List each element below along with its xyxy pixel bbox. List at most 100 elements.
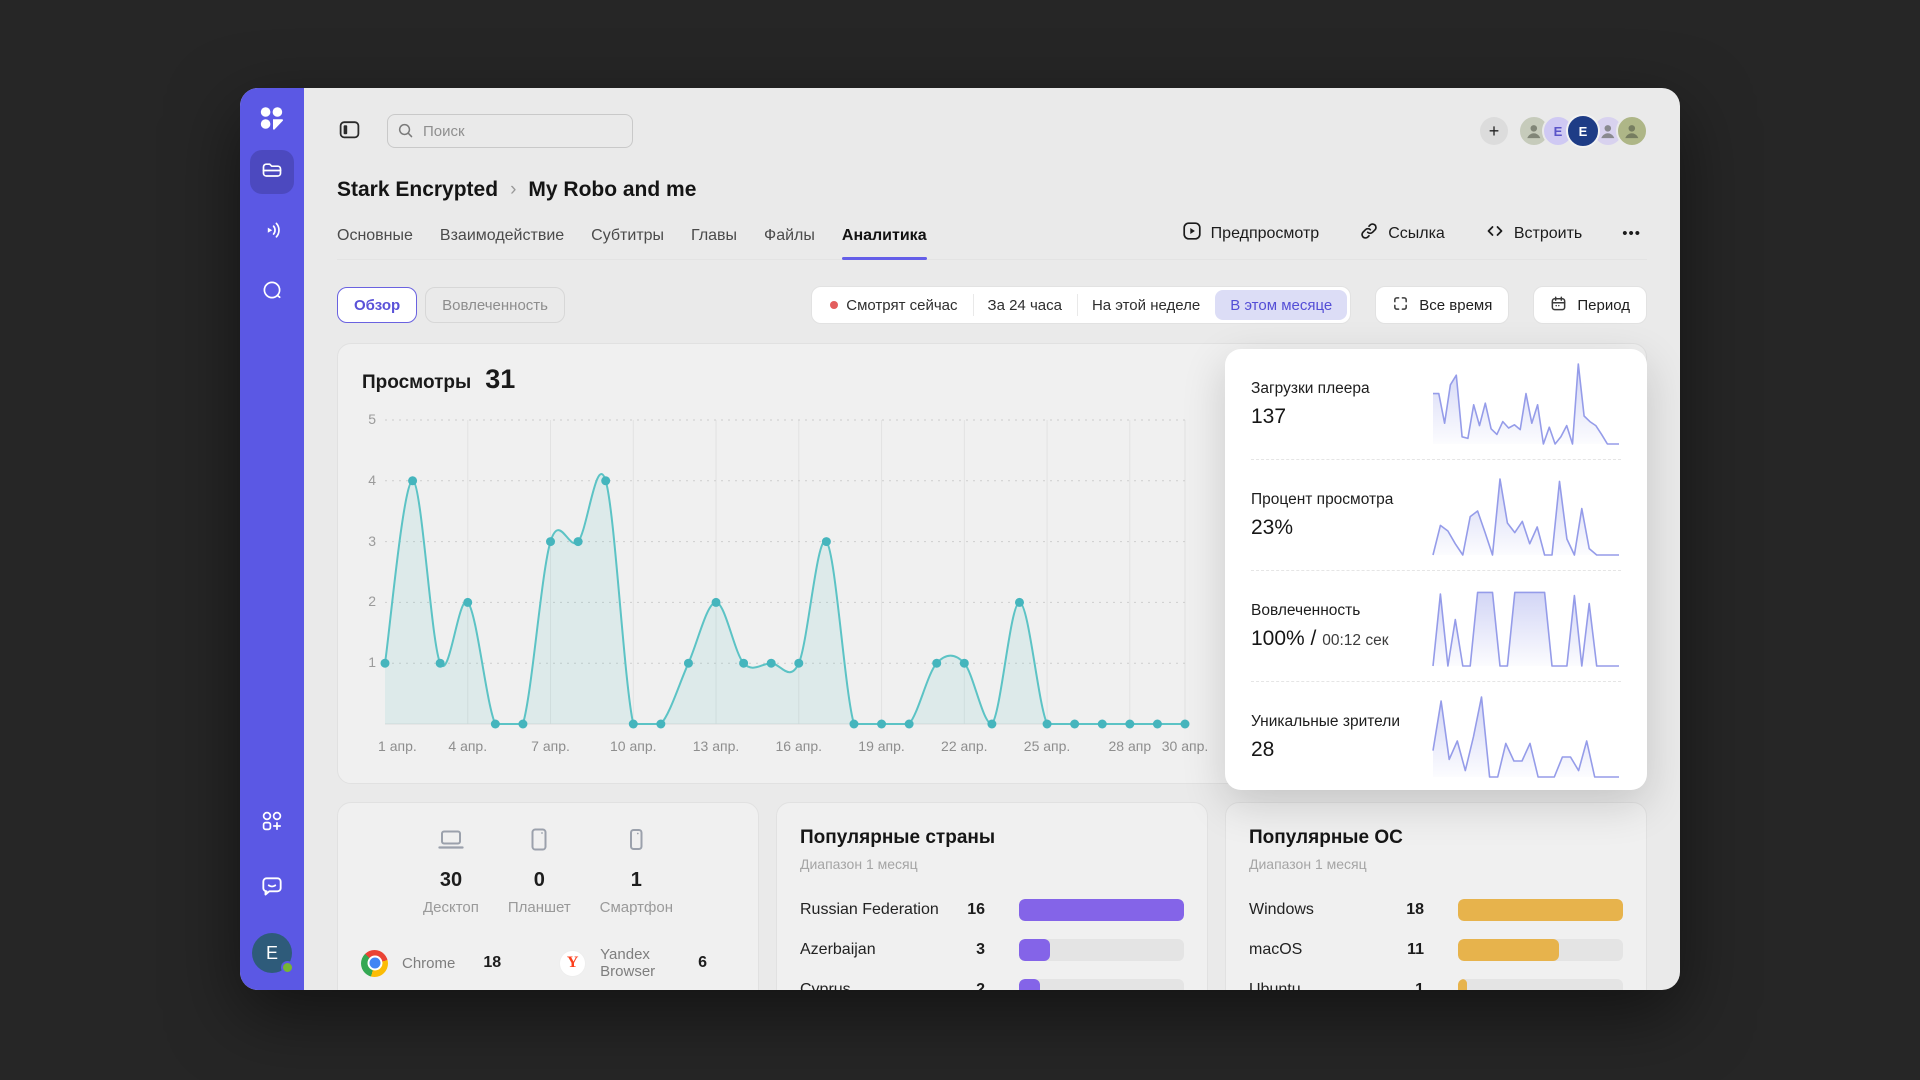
- card-subtitle: Диапазон 1 месяц: [1249, 856, 1623, 872]
- more-menu-button[interactable]: •••: [1616, 224, 1647, 243]
- period-button[interactable]: Период: [1533, 286, 1647, 324]
- browser-count: 6: [698, 954, 707, 972]
- device-desktop: 30 Десктоп: [423, 825, 479, 916]
- tab-chapters[interactable]: Главы: [691, 221, 737, 259]
- kinescope-logo-icon[interactable]: [257, 104, 287, 134]
- metric-value: 100% / 00:12 сек: [1251, 627, 1388, 651]
- device-count: 30: [440, 869, 462, 892]
- chip-overview[interactable]: Обзор: [337, 287, 417, 323]
- sidebar-item-catalog[interactable]: [250, 270, 294, 314]
- metric-value: 23%: [1251, 516, 1393, 540]
- member-avatar-4[interactable]: [1616, 115, 1648, 147]
- user-avatar[interactable]: E: [252, 933, 292, 973]
- bar-value: 1: [1384, 981, 1424, 990]
- play-square-icon: [1182, 221, 1202, 246]
- sidebar-bottom: E: [250, 801, 294, 973]
- y-axis-tick-label: 2: [344, 593, 376, 609]
- tab-interaction[interactable]: Взаимодействие: [440, 221, 564, 259]
- table-row: Ubuntu1: [1249, 978, 1623, 990]
- bar-fill: [1019, 899, 1184, 921]
- table-row: macOS11: [1249, 938, 1623, 962]
- main-content: + EE Stark Encrypted › My Robo and me Ос…: [304, 88, 1680, 990]
- metric-row-unique-viewers: Уникальные зрители 28: [1251, 682, 1621, 792]
- bar-track: [1019, 899, 1184, 921]
- segment-label: На этой неделе: [1092, 297, 1200, 314]
- metric-value: 28: [1251, 738, 1400, 762]
- link-label: Ссылка: [1388, 225, 1445, 243]
- device-count: 0: [534, 869, 545, 892]
- preview-button[interactable]: Предпросмотр: [1176, 220, 1326, 247]
- bar-label: Russian Federation: [800, 901, 945, 919]
- desktop-background: E + EE Stark Encryp: [0, 0, 1920, 1080]
- bar-fill: [1458, 899, 1623, 921]
- table-row: Azerbaijan3: [800, 938, 1184, 962]
- countries-bar-list: Russian Federation16Azerbaijan3Cyprus2: [800, 898, 1184, 990]
- member-avatar-2[interactable]: E: [1566, 114, 1600, 148]
- search-input[interactable]: [387, 114, 633, 148]
- sidebar-item-support-chat[interactable]: [250, 867, 294, 911]
- popular-os-card: Популярные ОС Диапазон 1 месяц Windows18…: [1225, 802, 1647, 990]
- x-axis-tick-label: 16 апр.: [776, 738, 823, 754]
- segment-this-month[interactable]: В этом месяце: [1215, 290, 1347, 320]
- segment-watching-now[interactable]: Смотрят сейчас: [815, 290, 972, 320]
- tab-files[interactable]: Файлы: [764, 221, 815, 259]
- sidebar: E: [240, 88, 304, 990]
- chart-title-row: Просмотры 31: [362, 364, 515, 395]
- bar-label: macOS: [1249, 941, 1384, 959]
- y-axis-tick-label: 3: [344, 533, 376, 549]
- copy-link-button[interactable]: Ссылка: [1353, 220, 1451, 247]
- y-axis-tick-label: 5: [344, 411, 376, 427]
- x-axis-tick-label: 10 апр.: [610, 738, 657, 754]
- view-chips: ОбзорВовлеченность: [337, 287, 565, 323]
- collapse-sidebar-button[interactable]: [337, 119, 361, 143]
- embed-button[interactable]: Встроить: [1479, 220, 1588, 247]
- x-axis-tick-label: 28 апр: [1109, 738, 1152, 754]
- tabs-row: Основные Взаимодействие Субтитры Главы Файлы…: [337, 220, 1647, 260]
- bar-fill: [1019, 979, 1040, 990]
- card-subtitle: Диапазон 1 месяц: [800, 856, 1184, 872]
- popular-countries-card: Популярные страны Диапазон 1 месяц Russi…: [776, 802, 1208, 990]
- tab-analytics[interactable]: Аналитика: [842, 221, 927, 259]
- breadcrumb-project[interactable]: Stark Encrypted: [337, 178, 498, 202]
- player-loads-sparkline: [1431, 360, 1621, 448]
- bar-label: Ubuntu: [1249, 981, 1384, 990]
- browser-count: 18: [483, 954, 501, 972]
- sidebar-item-apps[interactable]: [250, 801, 294, 845]
- online-status-dot: [281, 961, 294, 974]
- metric-row-engagement: Вовлеченность 100% / 00:12 сек: [1251, 571, 1621, 682]
- user-avatar-initial: E: [266, 943, 278, 964]
- chart-total-value: 31: [485, 364, 515, 395]
- y-axis-tick-label: 4: [344, 472, 376, 488]
- sidebar-item-projects[interactable]: [250, 150, 294, 194]
- bar-value: 18: [1384, 901, 1424, 919]
- segment-divider: [973, 294, 974, 316]
- period-label: Период: [1577, 297, 1630, 314]
- collapse-sidebar-icon: [338, 118, 361, 144]
- ellipsis-icon: •••: [1622, 225, 1641, 242]
- chat-icon: [259, 874, 285, 905]
- device-stats: 30 Десктоп 0 Планшет 1 Смартфон: [361, 825, 735, 916]
- tab-subtitles[interactable]: Субтитры: [591, 221, 664, 259]
- segment-this-week[interactable]: На этой неделе: [1077, 290, 1215, 320]
- segment-label: Смотрят сейчас: [846, 297, 957, 314]
- add-member-button[interactable]: +: [1480, 117, 1508, 145]
- segment-label: За 24 часа: [988, 297, 1062, 314]
- segment-last-24h[interactable]: За 24 часа: [973, 290, 1077, 320]
- metric-value-suffix: 00:12 сек: [1322, 632, 1388, 649]
- laptop-icon: [436, 825, 466, 860]
- metric-value: 137: [1251, 405, 1370, 429]
- bar-fill: [1458, 979, 1467, 990]
- device-smartphone: 1 Смартфон: [600, 825, 673, 916]
- smartphone-icon: [621, 825, 651, 860]
- metric-row-watch-percent: Процент просмотра 23%: [1251, 460, 1621, 571]
- chrome-icon: [361, 950, 388, 977]
- search-icon: [397, 122, 414, 144]
- all-time-button[interactable]: Все время: [1375, 286, 1509, 324]
- bar-track: [1019, 979, 1184, 990]
- sidebar-item-live[interactable]: [250, 210, 294, 254]
- metric-info: Уникальные зрители 28: [1251, 713, 1400, 762]
- tab-main[interactable]: Основные: [337, 221, 413, 259]
- time-filters: Смотрят сейчас За 24 часа На этой неделе В …: [811, 286, 1647, 324]
- chip-engagement[interactable]: Вовлеченность: [425, 287, 565, 323]
- metrics-popover-panel: Загрузки плеера 137 Процент просмотра 23…: [1225, 349, 1647, 790]
